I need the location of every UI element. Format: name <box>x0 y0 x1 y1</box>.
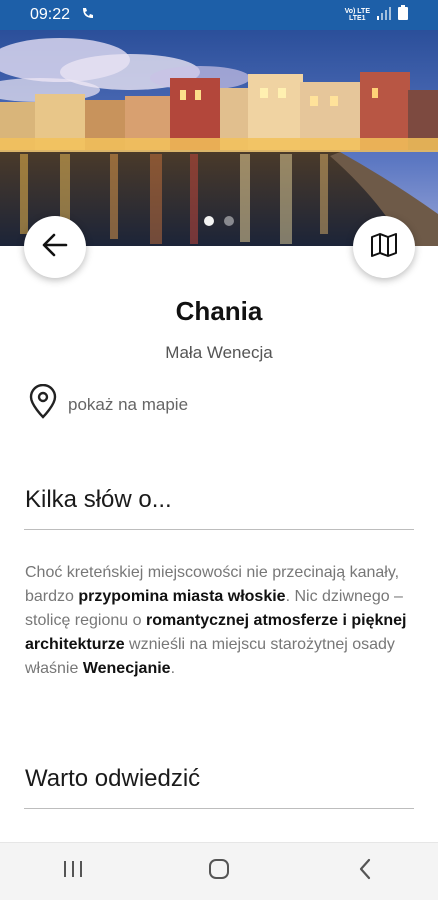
system-navigation-bar <box>0 842 438 900</box>
about-description: Choć kreteńskiej miejscowości nie przeci… <box>25 564 407 677</box>
recent-apps-icon <box>62 860 84 883</box>
system-back-button[interactable] <box>335 852 395 892</box>
visit-heading: Warto odwiedzić <box>25 765 201 792</box>
location-pin-icon <box>26 383 60 425</box>
place-title: Chania <box>175 296 263 326</box>
status-bar: 09:22 Vo) LTE LTE1 <box>0 0 438 30</box>
gallery-dot[interactable] <box>224 216 234 226</box>
arrow-left-icon <box>41 231 69 264</box>
about-divider <box>24 529 414 530</box>
network-label: Vo) LTE LTE1 <box>344 8 370 22</box>
battery-icon <box>398 5 408 25</box>
show-on-map-link[interactable]: pokaż na mapie <box>26 383 189 425</box>
home-icon <box>208 858 230 885</box>
map-icon <box>369 230 399 265</box>
call-forward-icon <box>80 5 96 26</box>
about-heading: Kilka słów o... <box>25 486 172 513</box>
hero-photo[interactable] <box>0 30 438 246</box>
home-button[interactable] <box>189 852 249 892</box>
visit-divider <box>24 808 414 809</box>
status-time: 09:22 <box>30 6 71 23</box>
signal-icon <box>376 6 392 25</box>
recent-apps-button[interactable] <box>43 852 103 892</box>
back-chevron-icon <box>358 858 372 885</box>
place-subtitle: Mała Wenecja <box>165 343 273 362</box>
show-on-map-label: pokaż na mapie <box>68 394 189 414</box>
back-button[interactable] <box>24 216 86 278</box>
gallery-dot-active[interactable] <box>204 216 214 226</box>
map-button[interactable] <box>353 216 415 278</box>
